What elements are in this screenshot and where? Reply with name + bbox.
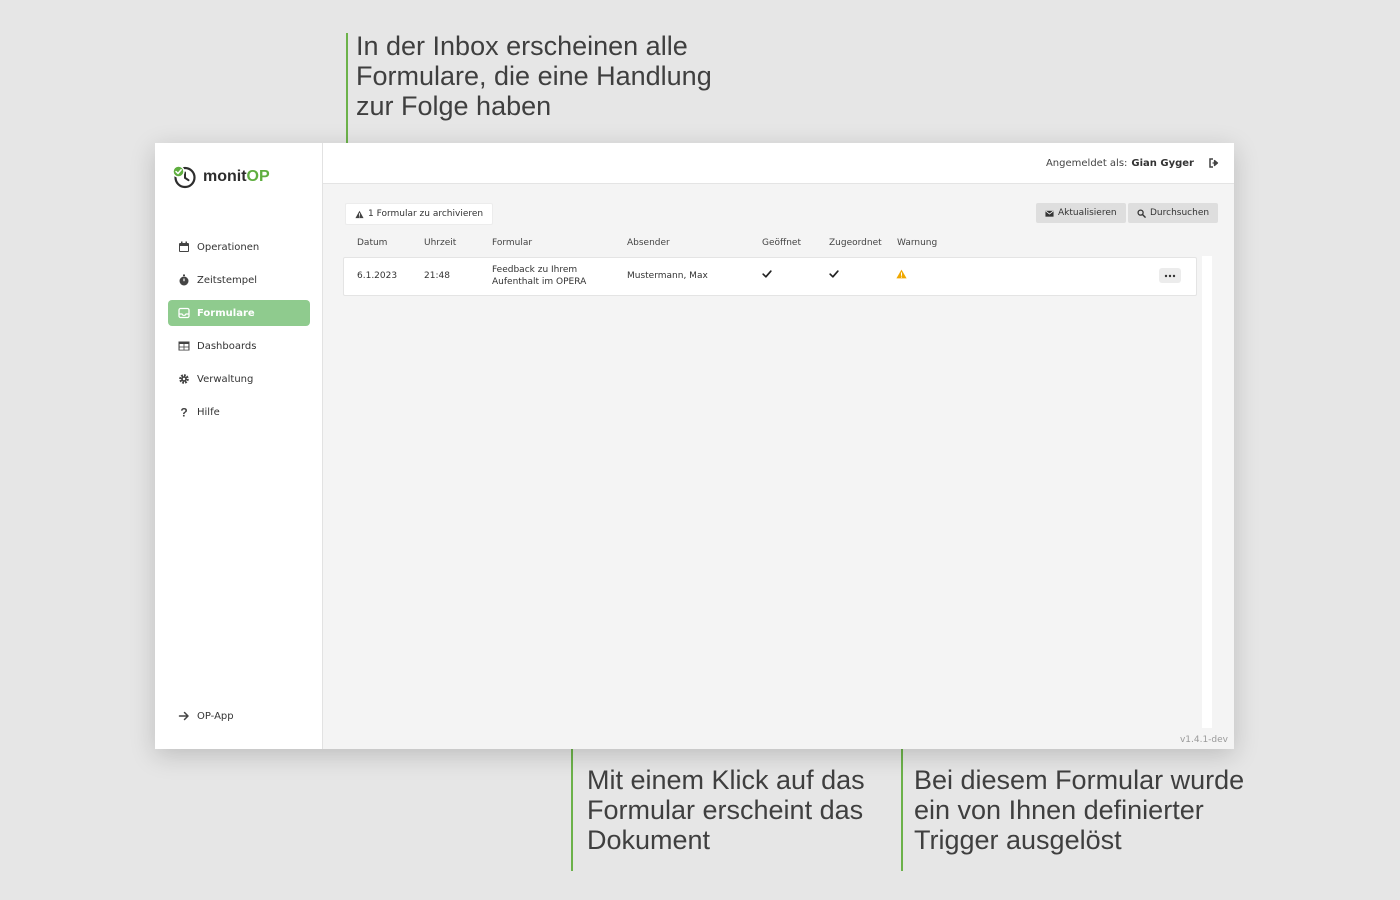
logout-icon[interactable] [1208,157,1220,169]
logo-accent: OP [246,168,270,185]
ellipsis-icon [1164,274,1176,277]
version-label: v1.4.1-dev [1179,735,1228,745]
sidebar-nav-bottom: OP-App [168,703,310,736]
svg-text:?: ? [180,406,187,418]
column-header-datum[interactable]: Datum [357,238,387,248]
table-row[interactable]: 6.1.2023 21:48 Feedback zu Ihrem Aufenth… [343,257,1197,296]
topbar: Angemeldet als: Gian Gyger [323,143,1234,184]
cell-form[interactable]: Feedback zu Ihrem Aufenthalt im OPERA [492,264,622,288]
sidebar: monitOP Operationen Zeitstempel Formular… [155,143,323,749]
sidebar-item-formulare[interactable]: Formulare [168,300,310,326]
sidebar-item-dashboards[interactable]: Dashboards [168,333,310,359]
sidebar-item-op-app[interactable]: OP-App [168,703,310,729]
stopwatch-icon [179,274,189,286]
sidebar-item-label: Operationen [197,241,260,253]
column-header-warnung[interactable]: Warnung [897,238,937,248]
column-header-absender[interactable]: Absender [627,238,670,248]
logo-prefix: monit [203,168,247,185]
sidebar-item-label: Dashboards [197,340,257,352]
search-icon [1137,208,1146,218]
column-header-formular[interactable]: Formular [492,238,532,248]
search-label: Durchsuchen [1150,208,1210,218]
annotation-middle: Mit einem Klick auf das Formular erschei… [587,765,865,855]
more-options-button[interactable] [1159,268,1181,283]
opened-check-icon [762,270,772,278]
scrollbar[interactable] [1202,256,1212,728]
column-header-geoeffnet[interactable]: Geöffnet [762,238,801,248]
logged-in-label: Angemeldet als: [1045,157,1128,169]
logo[interactable]: monitOP [171,165,270,189]
gear-icon [179,374,189,384]
table-icon [178,341,190,351]
sidebar-item-label: Hilfe [197,406,220,418]
archive-forms-label: 1 Formular zu archivieren [368,209,484,219]
app-window: monitOP Operationen Zeitstempel Formular… [155,143,1234,749]
sidebar-item-zeitstempel[interactable]: Zeitstempel [168,267,310,293]
warning-triangle-icon [896,269,907,279]
archive-forms-button[interactable]: 1 Formular zu archivieren [345,203,494,225]
sidebar-item-verwaltung[interactable]: Verwaltung [168,366,310,392]
refresh-label: Aktualisieren [1058,208,1117,218]
annotation-top: In der Inbox erscheinen alle Formulare, … [356,31,712,121]
column-header-zugeordnet[interactable]: Zugeordnet [829,238,882,248]
sidebar-item-label: Formulare [197,307,255,319]
sidebar-item-label: Verwaltung [197,373,254,385]
user-name: Gian Gyger [1131,157,1194,169]
cell-date: 6.1.2023 [357,271,398,281]
cell-sender: Mustermann, Max [627,271,708,281]
clock-check-icon [172,165,196,189]
assigned-check-icon [829,270,839,278]
sidebar-item-label: Zeitstempel [197,274,258,286]
refresh-button[interactable]: Aktualisieren [1036,203,1126,223]
search-button[interactable]: Durchsuchen [1128,203,1219,223]
logo-text: monitOP [203,168,270,186]
warning-icon [355,210,364,218]
sidebar-item-label: OP-App [197,710,234,722]
envelope-icon [1045,210,1054,217]
sidebar-nav: Operationen Zeitstempel Formulare Dashbo… [168,234,310,432]
question-icon: ? [180,406,187,418]
annotation-right: Bei diesem Formular wurde ein von Ihnen … [914,765,1245,855]
column-header-uhrzeit[interactable]: Uhrzeit [424,238,456,248]
sidebar-item-operationen[interactable]: Operationen [168,234,310,260]
cell-time: 21:48 [424,271,450,281]
arrow-right-icon [178,711,189,721]
inbox-icon [178,307,190,319]
calendar-icon [179,241,189,252]
main-content: 1 Formular zu archivieren Aktualisieren … [323,184,1234,749]
sidebar-item-hilfe[interactable]: ? Hilfe [168,399,310,425]
